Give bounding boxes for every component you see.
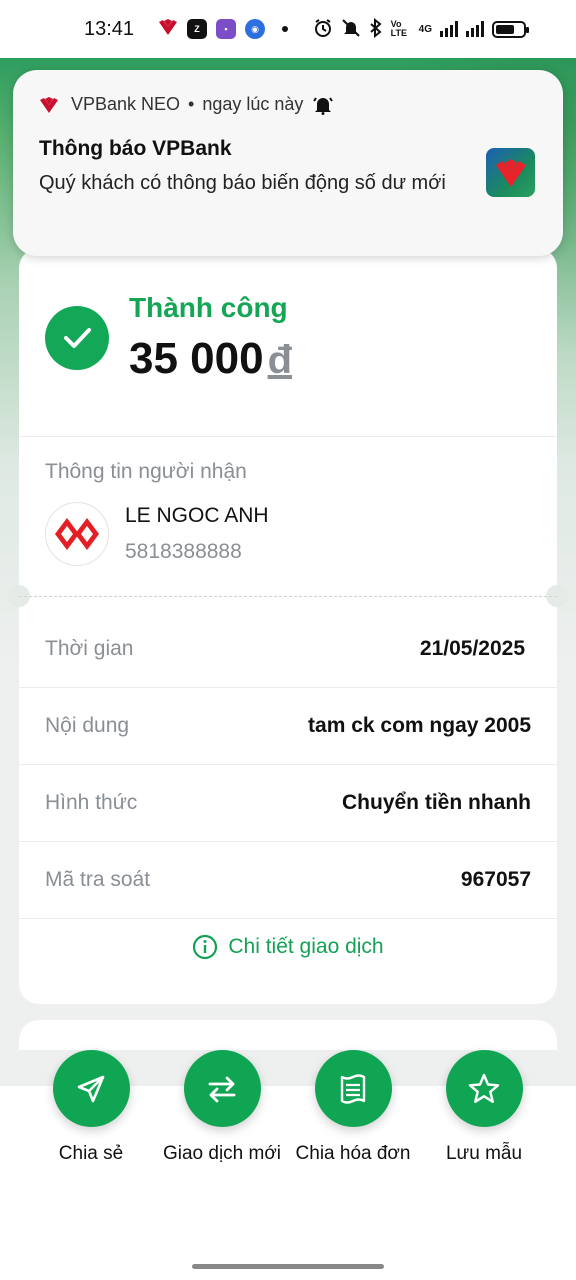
signal-icon-2 (466, 21, 484, 37)
bell-icon (313, 95, 334, 115)
split-bill-label: Chia hóa đơn (295, 1143, 411, 1164)
split-bill-action[interactable]: Chia hóa đơn (283, 1050, 423, 1165)
split-bill-button[interactable] (314, 1050, 392, 1127)
notification-card[interactable]: VPBank NEO • ngay lúc này Thông báo VPBa… (13, 70, 563, 256)
notification-separator: • (188, 94, 195, 114)
network-type: 4G (418, 23, 432, 35)
detail-row-content: Nội dung tam ck com ngay 2005 (19, 688, 557, 765)
notification-app-name: VPBank NEO (71, 94, 181, 114)
more-notifications-dot (282, 26, 288, 32)
star-icon (468, 1073, 500, 1103)
battery-icon (492, 20, 529, 38)
status-label: Thành công (129, 292, 288, 323)
detail-row-method: Hình thức Chuyển tiền nhanh (19, 765, 557, 842)
transaction-detail-label: Chi tiết giao dịch (228, 935, 384, 958)
transaction-result-card: Thành công 35 000 đ Thông tin người nhận … (8, 248, 568, 1004)
detail-value: Chuyển tiền nhanh (342, 791, 531, 814)
volte-icon: Vo LTE (390, 19, 407, 38)
vpbank-status-icon (158, 18, 178, 41)
detail-value: tam ck com ngay 2005 (308, 714, 531, 737)
save-template-button[interactable] (445, 1050, 523, 1127)
vpbank-app-icon (486, 148, 535, 197)
alarm-icon (313, 18, 333, 41)
status-bar: 13:41 Z ▪ ◉ Vo LTE 4G (0, 0, 576, 58)
new-transaction-action[interactable]: Giao dịch mới (152, 1050, 292, 1165)
new-transaction-label: Giao dịch mới (162, 1143, 282, 1164)
action-bar: Chia sẻ Giao dịch mới Chia hóa đơn Lưu m… (0, 1050, 576, 1280)
success-text: Thành công 35 000 đ (129, 292, 292, 384)
detail-label: Nội dung (45, 714, 130, 737)
recipient-account: 5818388888 (125, 540, 242, 563)
vpbank-logo-icon (39, 96, 59, 114)
notification-time: ngay lúc này (202, 94, 304, 114)
success-section: Thành công 35 000 đ (45, 292, 292, 384)
share-action[interactable]: Chia sẻ (21, 1050, 161, 1165)
notification-header: VPBank NEO • ngay lúc này (39, 94, 537, 115)
transaction-detail-link[interactable]: Chi tiết giao dịch (19, 934, 557, 960)
new-transaction-button[interactable] (183, 1050, 261, 1127)
detail-row-trace-code: Mã tra soát 967057 (19, 842, 557, 919)
share-button[interactable] (52, 1050, 130, 1127)
detail-label: Mã tra soát (45, 868, 151, 891)
transfer-amount: 35 000 đ (129, 334, 292, 384)
status-right: Vo LTE 4G (313, 17, 529, 41)
save-template-action[interactable]: Lưu mẫu (414, 1050, 554, 1165)
signal-icon (440, 21, 458, 37)
recipient-section-label: Thông tin người nhận (45, 460, 247, 483)
currency-symbol: đ (267, 338, 293, 382)
swap-icon (208, 1076, 236, 1102)
detail-label: Hình thức (45, 791, 138, 814)
zalo-status-icon: Z (187, 19, 207, 39)
save-template-label: Lưu mẫu (445, 1143, 523, 1164)
amount-value: 35 000 (129, 334, 264, 383)
mute-icon (341, 18, 361, 41)
divider (19, 436, 557, 437)
detail-row-time: Thời gian 21/05/2025 (19, 611, 557, 688)
success-check-icon (45, 306, 109, 370)
detail-value: 21/05/2025 (419, 637, 525, 660)
status-time: 13:41 (84, 17, 135, 40)
receipt-icon (340, 1073, 366, 1104)
broadcast-status-icon: ◉ (245, 19, 265, 39)
send-icon (77, 1075, 105, 1102)
status-app-icons: Z ▪ ◉ (158, 18, 288, 41)
ticket-perforation (19, 596, 557, 597)
detail-value: 967057 (460, 868, 531, 891)
notification-title: Thông báo VPBank (39, 137, 232, 160)
home-indicator[interactable] (192, 1264, 384, 1269)
recipient-info: LE NGOC ANH 5818388888 (45, 502, 269, 566)
notification-body: Quý khách có thông báo biến động số dư m… (39, 172, 446, 194)
messenger-status-icon: ▪ (216, 19, 236, 39)
info-icon (193, 934, 218, 960)
recipient-name: LE NGOC ANH (125, 504, 269, 527)
recipient-text: LE NGOC ANH 5818388888 (125, 504, 269, 564)
share-label: Chia sẻ (58, 1143, 124, 1164)
bluetooth-icon (369, 17, 383, 41)
bank-logo-icon (45, 502, 109, 566)
detail-label: Thời gian (45, 637, 134, 660)
secondary-card (19, 1020, 557, 1050)
